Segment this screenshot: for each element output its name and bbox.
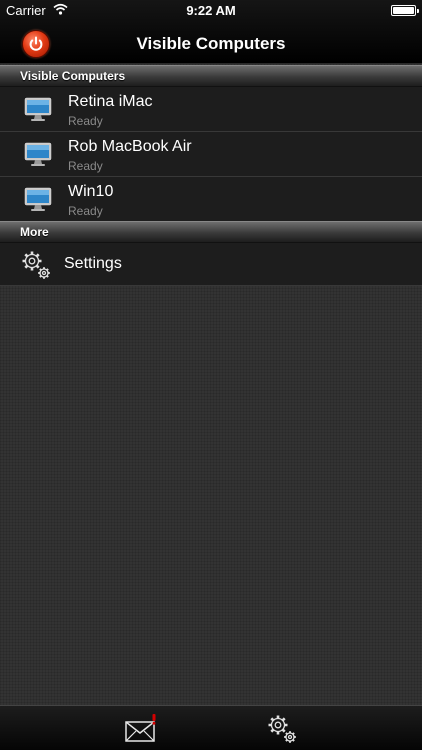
gear-icon	[268, 715, 296, 743]
computer-status: Ready	[68, 204, 103, 218]
monitor-icon	[24, 142, 52, 173]
computer-row-rob-macbook-air[interactable]: Rob MacBook Air Ready	[0, 132, 422, 177]
gear-icon	[20, 249, 52, 286]
section-header-computers: Visible Computers	[0, 65, 422, 87]
page-title: Visible Computers	[136, 34, 286, 53]
computer-row-retina-imac[interactable]: Retina iMac Ready	[0, 87, 422, 132]
settings-label: Settings	[64, 255, 122, 272]
status-bar: Carrier 9:22 AM	[0, 0, 422, 22]
settings-row[interactable]: Settings	[0, 243, 422, 286]
computer-name: Rob MacBook Air	[68, 138, 192, 155]
settings-tab-button[interactable]	[266, 713, 298, 750]
tab-bar	[0, 705, 422, 750]
clock: 9:22 AM	[186, 3, 236, 18]
mail-tab-button[interactable]	[124, 714, 158, 749]
computer-status: Ready	[68, 159, 103, 173]
computer-name: Retina iMac	[68, 93, 153, 110]
battery-icon	[391, 5, 419, 16]
section-header-more: More	[0, 221, 422, 243]
computer-row-win10[interactable]: Win10 Ready	[0, 177, 422, 222]
monitor-icon	[24, 187, 52, 218]
mail-icon	[125, 714, 156, 742]
monitor-icon	[24, 97, 52, 128]
notification-badge-icon	[152, 714, 156, 721]
top-bar: Carrier 9:22 AM Visible Computers	[0, 0, 422, 64]
computer-name: Win10	[68, 183, 114, 200]
computer-status: Ready	[68, 114, 103, 128]
